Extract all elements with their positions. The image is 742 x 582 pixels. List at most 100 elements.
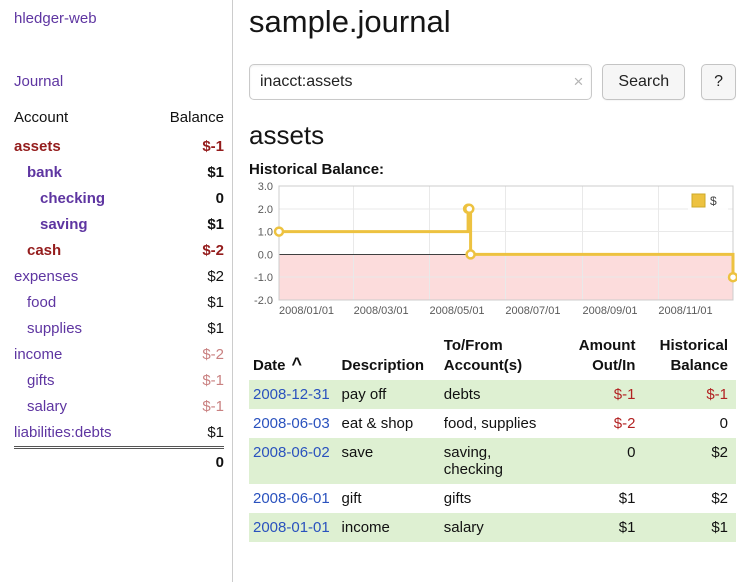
account-row: salary $-1	[14, 394, 224, 420]
transaction-balance: $2	[643, 438, 736, 484]
account-link-bank[interactable]: bank	[27, 164, 62, 181]
page-title: sample.journal	[249, 4, 736, 40]
register-header-date-label: Date	[253, 357, 286, 374]
transaction-balance: $2	[643, 484, 736, 513]
transaction-balance: $1	[643, 513, 736, 542]
account-row: cash $-2	[14, 238, 224, 264]
search-input[interactable]	[249, 64, 592, 100]
register-header-description: Description	[342, 332, 444, 380]
account-row: assets$-1	[14, 134, 224, 160]
account-link-expenses[interactable]: expenses	[14, 268, 78, 285]
transaction-amount: 0	[570, 438, 643, 484]
account-link-food[interactable]: food	[27, 294, 56, 311]
register-body: 2008-12-31pay offdebts$-1$-12008-06-03ea…	[249, 380, 736, 542]
transaction-description: save	[342, 438, 444, 484]
accounts-total-row: 0	[14, 448, 224, 477]
transaction-description: income	[342, 513, 444, 542]
transaction-date-link[interactable]: 2008-12-31	[253, 386, 330, 403]
account-row: bank$1	[14, 160, 224, 186]
sort-ascending-icon: ^	[292, 354, 303, 374]
transaction-date-link[interactable]: 2008-06-03	[253, 415, 330, 432]
accounts-table-body: assets$-1bank$1checking0saving$1cash$-2e…	[14, 134, 224, 448]
app-title-link[interactable]: hledger-web	[14, 10, 224, 27]
account-heading: assets	[249, 120, 736, 151]
register-row: 2008-06-02 savesaving, checking0$2	[249, 438, 736, 484]
transaction-amount: $-1	[570, 380, 643, 409]
account-balance: $-1	[149, 394, 224, 420]
transaction-accounts: gifts	[444, 484, 571, 513]
account-row: liabilities:debts $1	[14, 420, 224, 448]
account-balance: $1	[149, 290, 224, 316]
search-box: ×	[249, 64, 592, 100]
transaction-description: gift	[342, 484, 444, 513]
register-header-date[interactable]: Date ^	[249, 332, 342, 380]
svg-text:2008/09/01: 2008/09/01	[583, 305, 638, 317]
transaction-accounts: salary	[444, 513, 571, 542]
transaction-date-cell: 2008-01-01	[249, 513, 342, 542]
account-balance: 0	[149, 186, 224, 212]
account-link-income[interactable]: income	[14, 346, 62, 363]
transaction-amount: $1	[570, 513, 643, 542]
transaction-date-link[interactable]: 2008-06-01	[253, 490, 330, 507]
historical-balance-chart: 3.02.01.00.0-1.0-2.02008/01/012008/03/01…	[249, 182, 737, 320]
transaction-description: eat & shop	[342, 409, 444, 438]
transaction-description: pay off	[342, 380, 444, 409]
accounts-total-spacer	[14, 448, 149, 477]
register-header-accounts: To/From Account(s)	[444, 332, 571, 380]
register-header-amount: Amount Out/In	[570, 332, 643, 380]
transaction-date-cell: 2008-06-03	[249, 409, 342, 438]
transaction-balance: 0	[643, 409, 736, 438]
svg-text:-2.0: -2.0	[254, 295, 273, 307]
svg-text:2008/05/01: 2008/05/01	[430, 305, 485, 317]
register-row: 2008-01-01incomesalary$1$1	[249, 513, 736, 542]
account-link-checking[interactable]: checking	[40, 190, 105, 207]
journal-link[interactable]: Journal	[14, 73, 224, 90]
register-header-balance: Historical Balance	[643, 332, 736, 380]
accounts-total-balance: 0	[149, 448, 224, 477]
transaction-balance: $-1	[643, 380, 736, 409]
transaction-date-cell: 2008-12-31	[249, 380, 342, 409]
svg-text:0.0: 0.0	[258, 249, 273, 261]
register-header-row: Date ^ Description To/From Account(s) Amo…	[249, 332, 736, 380]
account-row: income $-2	[14, 342, 224, 368]
account-row: checking 0	[14, 186, 224, 212]
help-button[interactable]: ?	[701, 64, 736, 100]
account-balance: $-2	[149, 342, 224, 368]
svg-text:2008/11/01: 2008/11/01	[658, 305, 712, 317]
svg-text:2008/01/01: 2008/01/01	[279, 305, 334, 317]
account-link-cash[interactable]: cash	[27, 242, 61, 259]
svg-text:$: $	[710, 194, 717, 208]
account-row: expenses$2	[14, 264, 224, 290]
transaction-date-link[interactable]: 2008-01-01	[253, 519, 330, 536]
account-link-salary[interactable]: salary	[27, 398, 67, 415]
search-bar: × Search ?	[249, 64, 736, 100]
account-link-supplies[interactable]: supplies	[27, 320, 82, 337]
accounts-header-account: Account	[14, 106, 149, 134]
account-balance: $1	[149, 420, 224, 448]
transaction-amount: $-2	[570, 409, 643, 438]
accounts-header-balance: Balance	[149, 106, 224, 134]
transaction-date-link[interactable]: 2008-06-02	[253, 444, 330, 461]
account-row: gifts $-1	[14, 368, 224, 394]
register-row: 2008-12-31pay offdebts$-1$-1	[249, 380, 736, 409]
accounts-table: Account Balance assets$-1bank$1checking0…	[14, 106, 224, 476]
account-row: supplies$1	[14, 316, 224, 342]
account-link-gifts[interactable]: gifts	[27, 372, 55, 389]
account-link-saving[interactable]: saving	[40, 216, 88, 233]
hledger-web-app: hledger-web Journal Account Balance asse…	[0, 0, 742, 582]
account-balance: $-2	[149, 238, 224, 264]
account-row: saving$1	[14, 212, 224, 238]
chart-title: Historical Balance:	[249, 161, 736, 178]
account-link-assets[interactable]: assets	[14, 138, 61, 155]
transaction-date-cell: 2008-06-01	[249, 484, 342, 513]
search-button[interactable]: Search	[602, 64, 685, 100]
svg-text:1.0: 1.0	[258, 227, 273, 239]
transaction-accounts: saving, checking	[444, 438, 571, 484]
account-link-liabilities-debts[interactable]: liabilities:debts	[14, 424, 112, 441]
account-balance: $-1	[149, 368, 224, 394]
svg-text:2008/03/01: 2008/03/01	[354, 305, 409, 317]
clear-search-icon[interactable]: ×	[573, 73, 583, 90]
sidebar: hledger-web Journal Account Balance asse…	[0, 0, 233, 582]
svg-text:2.0: 2.0	[258, 204, 273, 216]
transaction-accounts: debts	[444, 380, 571, 409]
